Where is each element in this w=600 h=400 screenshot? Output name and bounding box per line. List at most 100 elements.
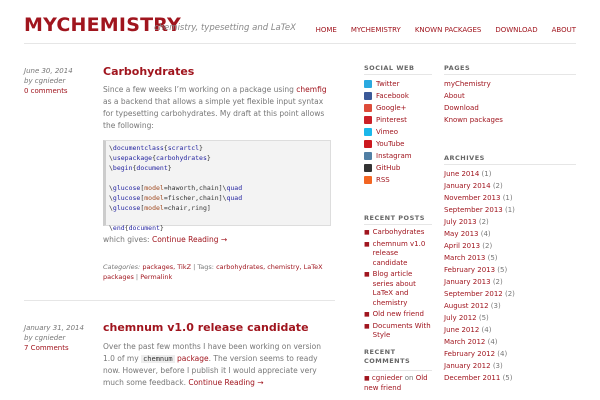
chemfig-link[interactable]: chemfig xyxy=(296,85,326,94)
social-twitter[interactable]: Twitter xyxy=(364,78,412,90)
post-author: by cgnieder xyxy=(24,334,66,342)
social-instagram[interactable]: Instagram xyxy=(364,150,412,162)
archive-count: (3) xyxy=(492,362,503,370)
code-line: \glucose[model=chair,ring] xyxy=(109,204,211,212)
archive-link[interactable]: February 2013 xyxy=(444,266,495,274)
separator: | xyxy=(135,273,139,281)
post-title[interactable]: chemnum v1.0 release candidate xyxy=(103,321,309,334)
archive-item[interactable]: March 2013 (5) xyxy=(444,252,515,264)
archive-item[interactable]: August 2012 (3) xyxy=(444,300,515,312)
archive-item[interactable]: November 2013 (1) xyxy=(444,192,515,204)
after-code-text: which gives: xyxy=(103,235,150,244)
nav-mychemistry[interactable]: MYCHEMISTRY xyxy=(351,26,401,34)
social-label: Vimeo xyxy=(376,128,398,136)
archive-count: (2) xyxy=(504,290,515,298)
archive-link[interactable]: June 2012 xyxy=(444,326,479,334)
post-comments-link[interactable]: 7 Comments xyxy=(24,344,69,352)
bullet-icon: ■ xyxy=(364,229,370,236)
continue-reading-link[interactable]: Continue Reading → xyxy=(188,378,263,387)
post-date: June 30, 2014 xyxy=(24,67,73,75)
archive-link[interactable]: February 2012 xyxy=(444,350,495,358)
archive-item[interactable]: July 2012 (5) xyxy=(444,312,515,324)
archive-item[interactable]: May 2013 (4) xyxy=(444,228,515,240)
recent-post-item[interactable]: ■ chemnum v1.0 release candidate xyxy=(364,240,432,269)
page-link[interactable]: About xyxy=(444,92,465,100)
social-label: GitHub xyxy=(376,164,401,172)
archive-count: (2) xyxy=(478,218,489,226)
nav-about[interactable]: ABOUT xyxy=(552,26,576,34)
recent-post-link[interactable]: Documents With Style xyxy=(373,322,432,341)
recent-posts-list: ■ Carbohydrates ■ chemnum v1.0 release can… xyxy=(364,228,432,343)
archive-item[interactable]: July 2013 (2) xyxy=(444,216,515,228)
archive-item[interactable]: February 2012 (4) xyxy=(444,348,515,360)
archive-link[interactable]: November 2013 xyxy=(444,194,500,202)
archive-count: (4) xyxy=(497,350,508,358)
nav-home[interactable]: HOME xyxy=(316,26,337,34)
archive-item[interactable]: February 2013 (5) xyxy=(444,264,515,276)
main-nav: HOME MYCHEMISTRY KNOWN PACKAGES DOWNLOAD… xyxy=(316,26,576,34)
archive-link[interactable]: July 2013 xyxy=(444,218,477,226)
comment-author-link[interactable]: cgnieder xyxy=(372,374,403,382)
archive-link[interactable]: September 2013 xyxy=(444,206,503,214)
archive-item[interactable]: April 2013 (2) xyxy=(444,240,515,252)
continue-reading-link[interactable]: Continue Reading → xyxy=(152,235,227,244)
nav-known-packages[interactable]: KNOWN PACKAGES xyxy=(415,26,481,34)
recent-post-item[interactable]: ■ Carbohydrates xyxy=(364,228,432,238)
archive-item[interactable]: March 2012 (4) xyxy=(444,336,515,348)
social-rss[interactable]: RSS xyxy=(364,174,412,186)
archive-link[interactable]: January 2014 xyxy=(444,182,491,190)
code-block: \documentclass{scrartcl} \usepackage{car… xyxy=(103,140,331,232)
nav-download[interactable]: DOWNLOAD xyxy=(495,26,537,34)
social-facebook[interactable]: Facebook xyxy=(364,90,412,102)
social-vimeo[interactable]: Vimeo xyxy=(364,126,412,138)
pinterest-icon xyxy=(364,116,372,124)
archive-count: (5) xyxy=(478,314,489,322)
archive-count: (1) xyxy=(504,206,515,214)
post-intro-text-2: as a backend that allows a simple yet fl… xyxy=(103,97,325,130)
archive-link[interactable]: May 2013 xyxy=(444,230,479,238)
archive-link[interactable]: September 2012 xyxy=(444,290,503,298)
archive-item[interactable]: September 2012 (2) xyxy=(444,288,515,300)
archive-link[interactable]: April 2013 xyxy=(444,242,480,250)
archive-item[interactable]: December 2011 (5) xyxy=(444,372,515,384)
archive-link[interactable]: January 2013 xyxy=(444,278,491,286)
recent-post-item[interactable]: ■ Blog article series about LaTeX and che… xyxy=(364,270,432,308)
social-links: Twitter Facebook Google+ Pinterest Vimeo… xyxy=(364,78,412,186)
archive-item[interactable]: January 2012 (3) xyxy=(444,360,515,372)
archive-link[interactable]: July 2012 xyxy=(444,314,477,322)
recent-post-item[interactable]: ■ Documents With Style xyxy=(364,322,432,341)
post-title[interactable]: Carbohydrates xyxy=(103,65,194,78)
archive-item[interactable]: June 2014 (1) xyxy=(444,168,515,180)
categories-links[interactable]: packages, TikZ xyxy=(142,263,191,271)
archive-link[interactable]: August 2012 xyxy=(444,302,489,310)
social-googleplus[interactable]: Google+ xyxy=(364,102,412,114)
social-youtube[interactable]: YouTube xyxy=(364,138,412,150)
bullet-icon: ■ xyxy=(364,271,370,278)
recent-post-link[interactable]: Old new friend xyxy=(373,310,424,320)
page-link[interactable]: Known packages xyxy=(444,116,503,124)
categories-label: Categories: xyxy=(103,263,141,271)
post-comments-link[interactable]: 0 comments xyxy=(24,87,68,95)
archive-link[interactable]: December 2011 xyxy=(444,374,500,382)
social-github[interactable]: GitHub xyxy=(364,162,412,174)
archive-link[interactable]: March 2012 xyxy=(444,338,485,346)
archive-link[interactable]: June 2014 xyxy=(444,170,479,178)
code-line: \documentclass{scrartcl} xyxy=(109,144,203,152)
recent-post-link[interactable]: Carbohydrates xyxy=(373,228,425,238)
permalink[interactable]: Permalink xyxy=(140,273,172,281)
recent-post-item[interactable]: ■ Old new friend xyxy=(364,310,432,320)
recent-post-link[interactable]: chemnum v1.0 release candidate xyxy=(373,240,432,269)
archive-item[interactable]: January 2014 (2) xyxy=(444,180,515,192)
archive-item[interactable]: January 2013 (2) xyxy=(444,276,515,288)
archive-link[interactable]: March 2013 xyxy=(444,254,485,262)
archive-item[interactable]: June 2012 (4) xyxy=(444,324,515,336)
package-link[interactable]: package xyxy=(177,354,209,363)
archive-link[interactable]: January 2012 xyxy=(444,362,491,370)
social-pinterest[interactable]: Pinterest xyxy=(364,114,412,126)
page-link[interactable]: myChemistry xyxy=(444,80,491,88)
archive-item[interactable]: September 2013 (1) xyxy=(444,204,515,216)
page-link[interactable]: Download xyxy=(444,104,479,112)
pages-list: myChemistry About Download Known package… xyxy=(444,78,503,126)
facebook-icon xyxy=(364,92,372,100)
recent-post-link[interactable]: Blog article series about LaTeX and chem… xyxy=(373,270,432,308)
